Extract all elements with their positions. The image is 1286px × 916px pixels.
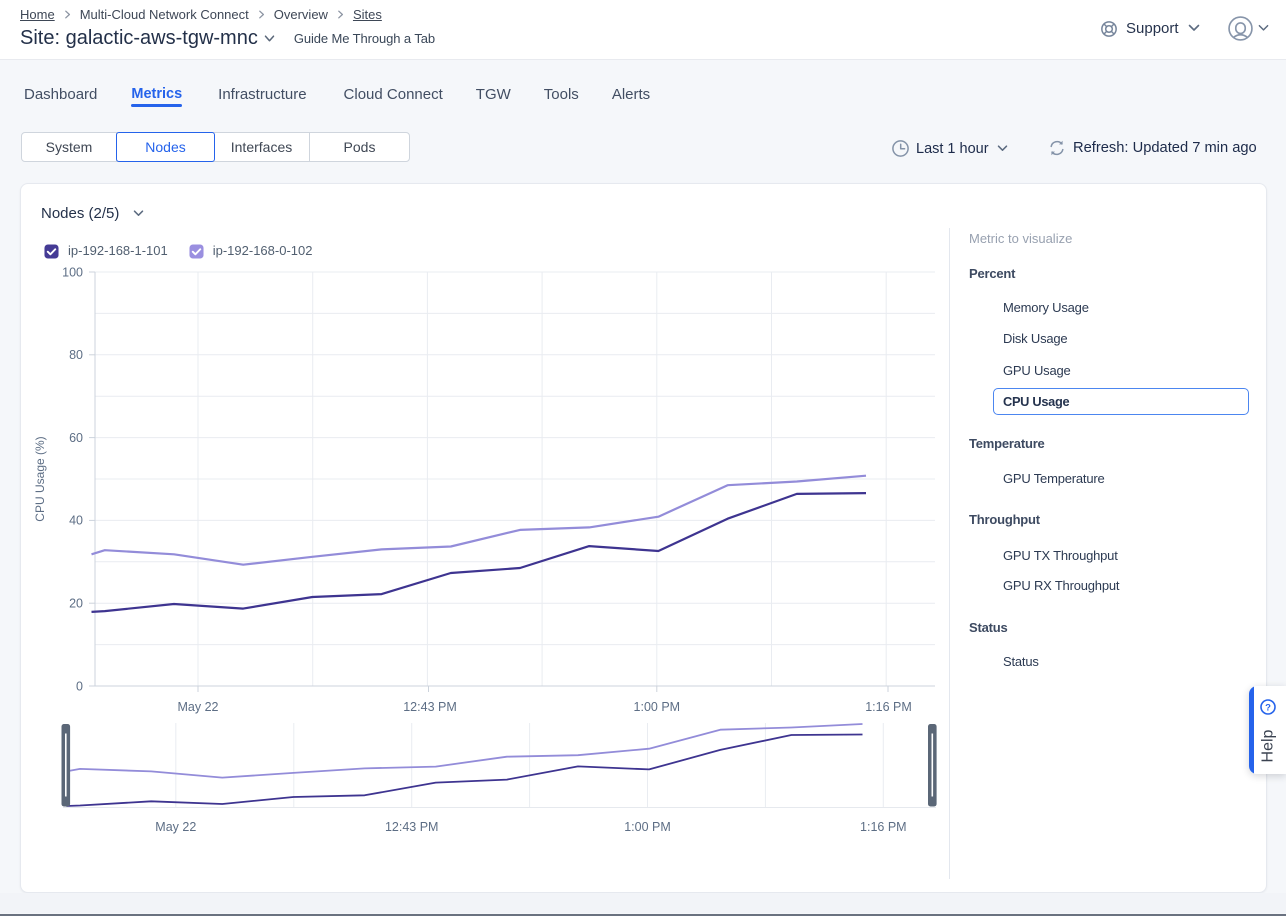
svg-text:1:16 PM: 1:16 PM (860, 820, 907, 834)
svg-text:12:43 PM: 12:43 PM (385, 820, 439, 834)
svg-text:80: 80 (69, 348, 83, 362)
svg-text:100: 100 (62, 265, 83, 279)
svg-text:May 22: May 22 (178, 700, 219, 714)
svg-text:20: 20 (69, 597, 83, 611)
svg-text:?: ? (1265, 702, 1271, 713)
svg-text:1:16 PM: 1:16 PM (865, 700, 912, 714)
svg-text:May 22: May 22 (155, 820, 196, 834)
svg-text:12:43 PM: 12:43 PM (403, 700, 457, 714)
svg-text:60: 60 (69, 431, 83, 445)
svg-text:40: 40 (69, 514, 83, 528)
svg-text:1:00 PM: 1:00 PM (634, 700, 681, 714)
svg-text:1:00 PM: 1:00 PM (624, 820, 671, 834)
svg-text:CPU Usage (%): CPU Usage (%) (33, 436, 47, 521)
svg-text:0: 0 (76, 679, 83, 693)
